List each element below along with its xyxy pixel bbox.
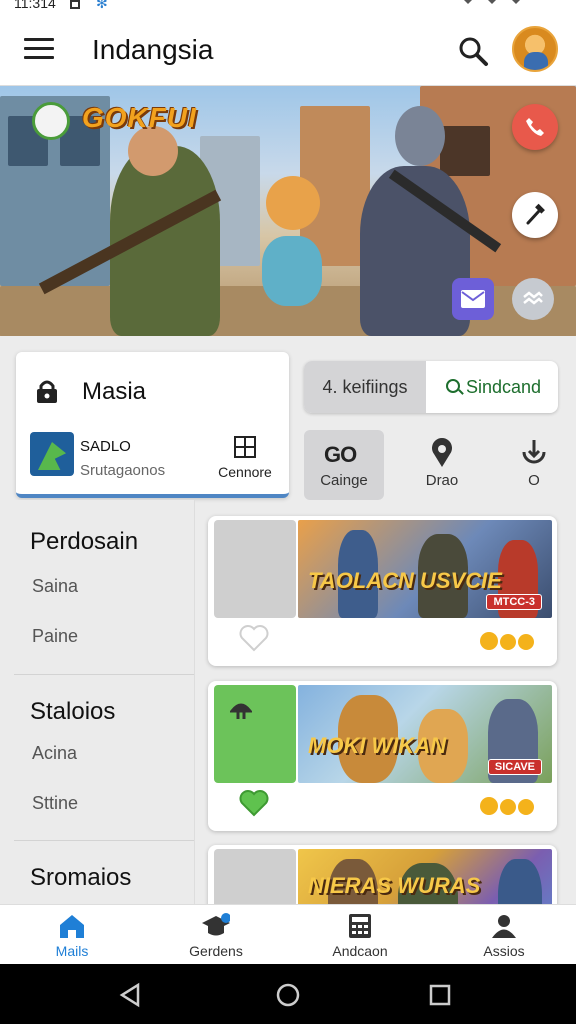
location-pin-icon (432, 438, 452, 467)
lock-icon (37, 380, 57, 403)
quick-action-label: O (528, 472, 540, 489)
hexagon-icon[interactable] (512, 278, 554, 320)
status-time: 11:314 (14, 0, 56, 11)
grid-button[interactable]: Cennore (214, 436, 276, 482)
nav-andcaon[interactable]: Andcaon (288, 905, 432, 965)
card-artwork: MOKI WIKAN SICAVE (298, 685, 552, 783)
sidebar-item[interactable]: Paine (32, 626, 78, 647)
quick-action-icon-text: GO (324, 442, 357, 467)
rating-dots (480, 632, 546, 650)
heart-icon[interactable] (238, 789, 270, 817)
recents-icon[interactable] (427, 982, 453, 1008)
download-icon (522, 440, 546, 464)
nav-mails[interactable]: Mails (0, 905, 144, 965)
card-thumbnail (214, 685, 296, 783)
segment-right[interactable]: Sindcand (426, 361, 558, 413)
hat-icon (230, 703, 252, 719)
back-icon[interactable] (118, 982, 144, 1008)
game-card[interactable]: TAOLACN USVCIE MTCC-3 (208, 516, 557, 666)
signal-icon (464, 0, 520, 4)
game-card[interactable]: MOKI WIKAN SICAVE (208, 681, 557, 831)
quick-action-change[interactable]: GO Cainge (304, 430, 384, 500)
card-thumbnail (214, 520, 296, 618)
card-art-title: TAOLACN USVCIE (308, 568, 502, 593)
bottom-nav: Mails Gerdens Andcaon Assios (0, 904, 576, 964)
notification-icon (70, 0, 80, 9)
sidebar-heading: Sromaios (30, 864, 132, 891)
quick-action-location[interactable]: Drao (412, 430, 472, 500)
card-badge: SICAVE (487, 759, 542, 775)
system-nav-bar (0, 964, 576, 1024)
hammer-icon[interactable] (512, 192, 558, 238)
app-logo (30, 432, 74, 476)
heart-icon[interactable] (238, 624, 270, 652)
hero-title: GOKFUI (82, 102, 197, 133)
grid-button-label: Cennore (218, 464, 272, 480)
person-icon (492, 915, 516, 938)
sidebar-item[interactable]: Acina (32, 743, 77, 764)
phone-icon[interactable] (512, 104, 558, 150)
profile-name: SADLO (80, 438, 131, 455)
menu-icon[interactable] (24, 38, 54, 62)
segment-right-label: Sindcand (466, 377, 542, 397)
game-badge-icon (32, 102, 70, 140)
nav-label: Gerdens (189, 943, 243, 959)
graduation-cap-icon (202, 913, 230, 936)
card-art-title: MOKI WIKAN (308, 733, 447, 758)
sidebar-heading: Staloios (30, 698, 116, 725)
grid-icon (234, 436, 256, 458)
divider (14, 674, 194, 675)
profile-card-title: Masia (82, 378, 147, 405)
segmented-control: 4. keifiings Sindcand (304, 361, 558, 413)
app-title: Indangsia (92, 34, 214, 65)
snowflake-icon: ✻ (96, 0, 108, 11)
search-icon[interactable] (456, 34, 490, 68)
divider (14, 840, 194, 841)
hero-banner[interactable]: GOKFUI (0, 86, 576, 336)
quick-action-label: Cainge (320, 472, 368, 489)
nav-label: Mails (55, 943, 89, 959)
rating-dots (480, 797, 546, 815)
quick-action-label: Drao (425, 472, 459, 489)
nav-assios[interactable]: Assios (432, 905, 576, 965)
mail-icon[interactable] (452, 278, 494, 320)
nav-label: Assios (483, 943, 525, 959)
profile-subtitle: Srutagaonos (80, 462, 166, 479)
sidebar-item[interactable]: Saina (32, 576, 78, 597)
profile-card[interactable]: Masia SADLO Srutagaonos Cennore (16, 352, 289, 498)
card-badge: MTCC-3 (486, 594, 542, 610)
nav-label: Andcaon (332, 943, 388, 959)
app-bar: Indangsia (0, 14, 576, 86)
quick-action-download[interactable]: O (504, 430, 564, 500)
status-bar: 11:314 ✻ (0, 0, 576, 14)
sidebar: Perdosain Saina Paine Staloios Acina Stt… (0, 500, 195, 904)
nav-gerdens[interactable]: Gerdens (144, 905, 288, 965)
avatar[interactable] (512, 26, 558, 72)
segment-left[interactable]: 4. keifiings (304, 361, 426, 413)
home-icon (60, 915, 84, 938)
card-art-title: NIERAS WURAS (308, 873, 481, 898)
calculator-icon (349, 914, 371, 938)
sidebar-heading: Perdosain (30, 528, 139, 555)
card-artwork: TAOLACN USVCIE MTCC-3 (298, 520, 552, 618)
home-circle-icon[interactable] (275, 982, 301, 1008)
sidebar-item[interactable]: Sttine (32, 793, 78, 814)
search-icon (446, 379, 460, 393)
